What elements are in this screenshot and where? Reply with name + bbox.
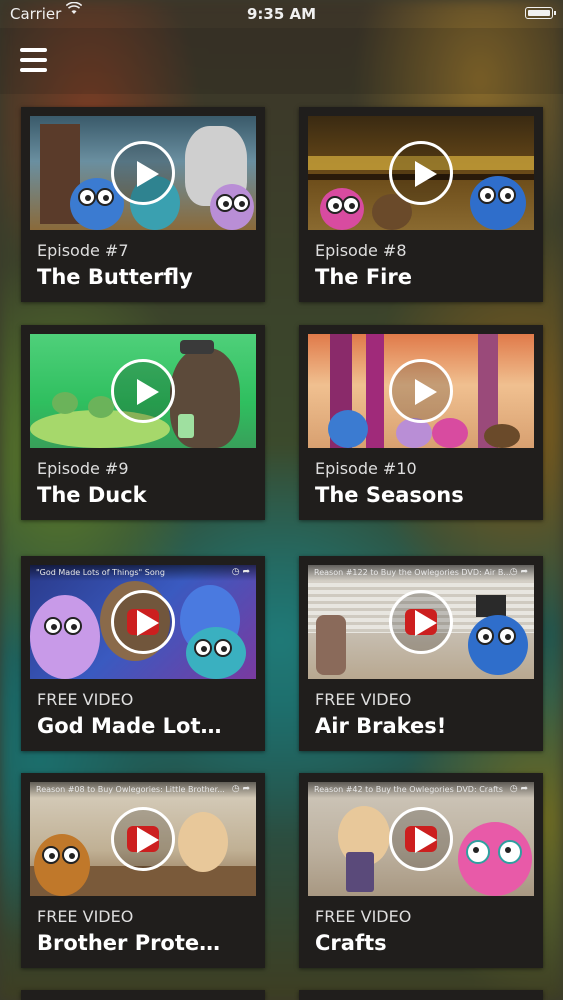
video-thumbnail (308, 116, 534, 230)
episode-label: FREE VIDEO (315, 907, 412, 926)
battery-icon (525, 7, 556, 19)
play-icon[interactable] (111, 807, 175, 871)
video-title: Crafts (315, 931, 387, 955)
video-title: The Butterfly (37, 265, 193, 289)
thumbnail-caption: Reason #42 to Buy the Owlegories DVD: Cr… (314, 785, 503, 794)
video-card-partial[interactable] (299, 990, 543, 1000)
episode-label: FREE VIDEO (315, 690, 412, 709)
share-icon: ◷ ➦ (231, 567, 250, 577)
youtube-title-bar: Reason #122 to Buy the Owlegories DVD: A… (308, 565, 534, 581)
video-title: The Fire (315, 265, 412, 289)
youtube-title-bar: "God Made Lots of Things" Song ◷ ➦ (30, 565, 256, 581)
video-title: Air Brakes! (315, 714, 447, 738)
episode-label: Episode #7 (37, 241, 129, 260)
video-thumbnail (30, 116, 256, 230)
episode-label: Episode #8 (315, 241, 407, 260)
video-thumbnail (30, 334, 256, 448)
video-title: The Duck (37, 483, 147, 507)
share-icon: ◷ ➦ (231, 784, 250, 794)
episode-label: Episode #9 (37, 459, 129, 478)
video-thumbnail: Reason #42 to Buy the Owlegories DVD: Cr… (308, 782, 534, 896)
youtube-title-bar: Reason #42 to Buy the Owlegories DVD: Cr… (308, 782, 534, 798)
thumbnail-caption: Reason #08 to Buy Owlegories: Little Bro… (36, 785, 225, 794)
thumbnail-caption: "God Made Lots of Things" Song (36, 568, 165, 577)
youtube-title-bar: Reason #08 to Buy Owlegories: Little Bro… (30, 782, 256, 798)
play-icon[interactable] (389, 359, 453, 423)
play-icon[interactable] (111, 590, 175, 654)
video-card-god-made-lots[interactable]: "God Made Lots of Things" Song ◷ ➦ FREE … (21, 556, 265, 751)
video-card-brother-protection[interactable]: Reason #08 to Buy Owlegories: Little Bro… (21, 773, 265, 968)
episode-label: Episode #10 (315, 459, 417, 478)
thumbnail-caption: Reason #122 to Buy the Owlegories DVD: A… (314, 568, 511, 577)
share-icon: ◷ ➦ (509, 567, 528, 577)
play-icon[interactable] (389, 141, 453, 205)
video-title: The Seasons (315, 483, 464, 507)
play-icon[interactable] (389, 807, 453, 871)
video-card-crafts[interactable]: Reason #42 to Buy the Owlegories DVD: Cr… (299, 773, 543, 968)
hamburger-menu-icon[interactable] (20, 48, 48, 74)
video-title: Brother Prote… (37, 931, 221, 955)
video-card-the-fire[interactable]: Episode #8 The Fire (299, 107, 543, 302)
share-icon: ◷ ➦ (509, 784, 528, 794)
video-thumbnail: Reason #08 to Buy Owlegories: Little Bro… (30, 782, 256, 896)
episode-label: FREE VIDEO (37, 907, 134, 926)
video-card-air-brakes[interactable]: Reason #122 to Buy the Owlegories DVD: A… (299, 556, 543, 751)
play-icon[interactable] (389, 590, 453, 654)
video-card-the-seasons[interactable]: Episode #10 The Seasons (299, 325, 543, 520)
video-title: God Made Lot… (37, 714, 222, 738)
play-icon[interactable] (111, 359, 175, 423)
app-header (0, 28, 563, 94)
video-thumbnail: Reason #122 to Buy the Owlegories DVD: A… (308, 565, 534, 679)
video-grid: Episode #7 The Butterfly Episode #8 The … (0, 0, 563, 1000)
clock: 9:35 AM (246, 5, 317, 23)
video-card-the-duck[interactable]: Episode #9 The Duck (21, 325, 265, 520)
video-card-the-butterfly[interactable]: Episode #7 The Butterfly (21, 107, 265, 302)
status-bar: Carrier 9:35 AM (0, 0, 563, 28)
video-thumbnail (308, 334, 534, 448)
video-card-partial[interactable] (21, 990, 265, 1000)
episode-label: FREE VIDEO (37, 690, 134, 709)
video-thumbnail: "God Made Lots of Things" Song ◷ ➦ (30, 565, 256, 679)
play-icon[interactable] (111, 141, 175, 205)
